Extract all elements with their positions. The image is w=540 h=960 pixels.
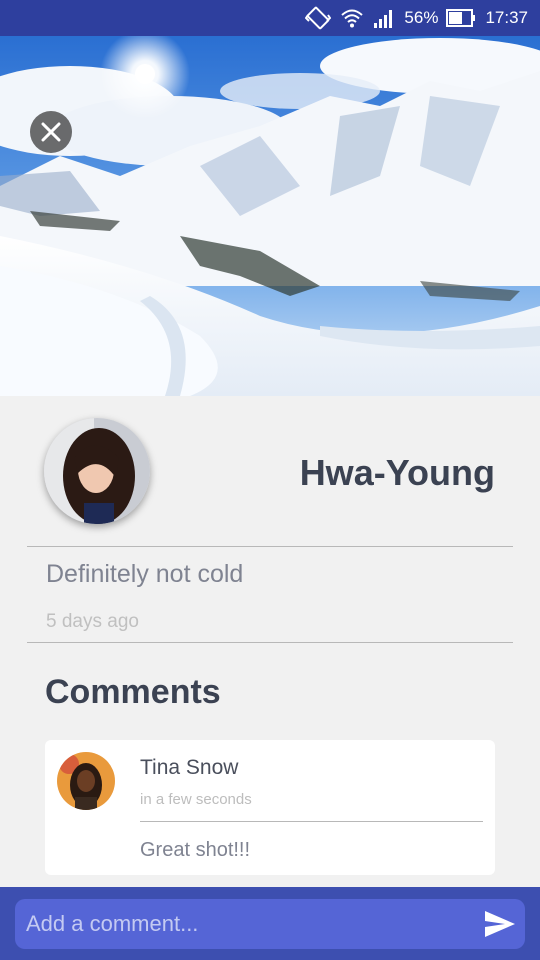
post-author-section: Hwa-Young [0, 396, 540, 546]
divider [27, 642, 513, 643]
clock: 17:37 [485, 8, 528, 27]
close-icon [41, 122, 61, 142]
status-bar: 56% 17:37 [0, 0, 540, 36]
battery-icon [446, 9, 476, 27]
commenter-avatar[interactable] [57, 752, 115, 810]
signal-icon [374, 10, 393, 28]
comments-heading: Comments [45, 673, 221, 711]
author-name: Hwa-Young [299, 452, 495, 493]
battery-percent: 56% [404, 8, 439, 27]
post-time: 5 days ago [46, 611, 139, 632]
comment-time: in a few seconds [140, 791, 252, 808]
divider [140, 821, 483, 822]
send-icon [485, 911, 515, 937]
vibrate-icon [305, 6, 332, 30]
comment-author: Tina Snow [140, 756, 239, 779]
avatar[interactable] [44, 418, 150, 524]
comment-input[interactable] [15, 899, 525, 949]
comment-composer [0, 887, 540, 960]
post-caption: Definitely not cold [46, 560, 244, 588]
send-button[interactable] [483, 909, 517, 939]
close-button[interactable] [30, 111, 72, 153]
divider [27, 546, 513, 547]
comment-item: Tina Snow in a few seconds Great shot!!! [45, 740, 495, 875]
post-image [0, 36, 540, 396]
wifi-icon [341, 9, 364, 28]
comment-text: Great shot!!! [140, 839, 251, 861]
